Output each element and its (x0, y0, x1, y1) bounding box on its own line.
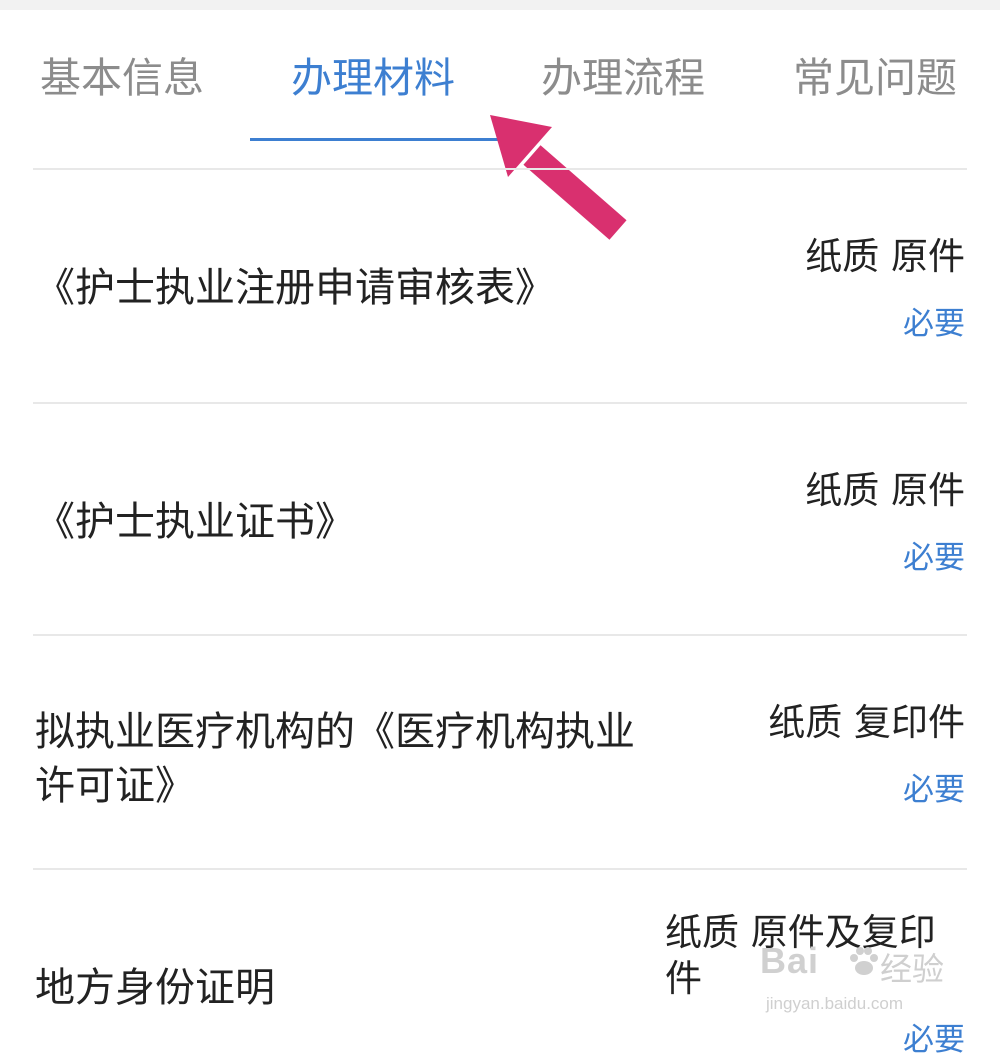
required-badge: 必要 (903, 306, 965, 342)
tab-process[interactable]: 办理流程 (541, 52, 705, 104)
baidu-jingyan-watermark: Bai 经验 jingyan.baidu.com (760, 940, 960, 1030)
required-badge: 必要 (903, 540, 965, 576)
material-row[interactable]: 《护士执业注册申请审核表》 纸质 原件 必要 (33, 168, 967, 404)
material-title: 地方身份证明 (35, 965, 275, 1011)
watermark-url: jingyan.baidu.com (766, 994, 904, 1013)
material-row[interactable]: 拟执业医疗机构的《医疗机构执业 许可证》 纸质 复印件 必要 (33, 634, 967, 870)
material-title-continued: 许可证》 (35, 763, 195, 809)
material-title: 拟执业医疗机构的《医疗机构执业 (35, 709, 635, 755)
material-type: 纸质 复印件 (768, 701, 965, 744)
material-type-continued: 件 (665, 957, 702, 1000)
material-type: 纸质 原件 (805, 469, 965, 512)
paw-icon (850, 947, 878, 975)
tab-faq[interactable]: 常见问题 (793, 52, 957, 104)
tab-materials[interactable]: 办理材料 (291, 52, 455, 104)
top-strip (0, 0, 1000, 10)
watermark-brand: Bai (760, 940, 820, 981)
material-title: 《护士执业注册申请审核表》 (35, 265, 555, 311)
required-badge: 必要 (903, 772, 965, 808)
material-type: 纸质 原件 (805, 235, 965, 278)
active-tab-indicator (250, 138, 500, 141)
tab-basic-info[interactable]: 基本信息 (40, 52, 204, 104)
material-row[interactable]: 《护士执业证书》 纸质 原件 必要 (33, 402, 967, 636)
watermark-cn: 经验 (880, 950, 945, 988)
material-title: 《护士执业证书》 (35, 499, 355, 545)
